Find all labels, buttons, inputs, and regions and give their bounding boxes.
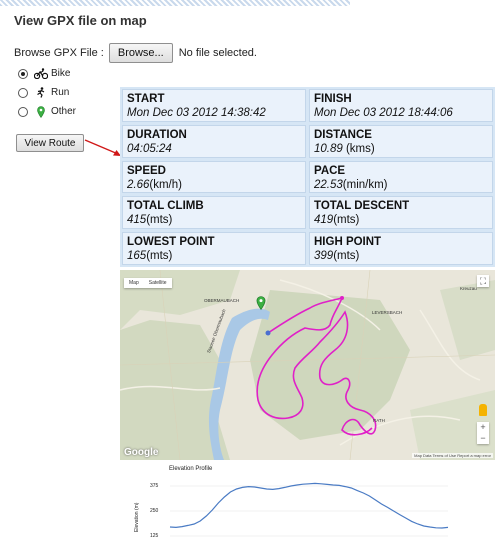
file-browse-row: Browse GPX File : Browse... No file sele… — [14, 43, 257, 63]
radio-other-label: Other — [51, 106, 77, 117]
stat-duration: DURATION 04:05:24 — [122, 124, 306, 158]
map-place-label: Kreuzau — [460, 286, 477, 291]
radio-bike[interactable]: Bike — [18, 64, 76, 83]
map-type-control: Map Satellite — [124, 278, 172, 288]
route-stats-table: START Mon Dec 03 2012 14:38:42 FINISH Mo… — [120, 87, 495, 267]
browse-label: Browse GPX File : — [14, 47, 104, 59]
stat-distance: DISTANCE 10.89 (kms) — [309, 124, 493, 158]
elevation-chart — [169, 482, 449, 537]
elevation-line — [169, 482, 449, 529]
stat-start: START Mon Dec 03 2012 14:38:42 — [122, 89, 306, 122]
page-title: View GPX file on map — [14, 13, 147, 28]
file-status: No file selected. — [178, 47, 257, 59]
map-type-map[interactable]: Map — [124, 278, 144, 288]
elevation-profile: Elevation Profile Elevation (m) 375 250 … — [120, 462, 495, 539]
bike-icon — [34, 68, 48, 79]
radio-bike-label: Bike — [51, 68, 71, 79]
zoom-control: + − — [477, 422, 489, 444]
radio-run-label: Run — [51, 87, 70, 98]
fullscreen-icon[interactable]: ⛶ — [477, 275, 489, 287]
zoom-in-button[interactable]: + — [477, 422, 489, 433]
map-place-label: RATH — [373, 418, 385, 423]
map-place-label: OBERMAUBACH — [204, 298, 240, 303]
map-type-satellite[interactable]: Satellite — [144, 278, 172, 288]
start-marker-icon — [256, 296, 266, 310]
radio-run[interactable]: Run — [18, 83, 76, 102]
view-route-button[interactable]: View Route — [16, 134, 84, 152]
map-pin-icon — [34, 105, 48, 118]
stat-speed: SPEED 2.66(km/h) — [122, 160, 306, 194]
map-place-label: LEVERSBACH — [372, 310, 403, 315]
stat-lowest-point: LOWEST POINT 165(mts) — [122, 232, 306, 265]
route-track — [256, 296, 377, 436]
radio-other-input[interactable] — [18, 106, 28, 117]
zoom-out-button[interactable]: − — [477, 433, 489, 444]
map-attribution[interactable]: Map Data Terms of Use Report a map error — [412, 453, 493, 458]
radio-run-input[interactable] — [18, 87, 28, 98]
stat-total-descent: TOTAL DESCENT 419(mts) — [309, 196, 493, 230]
header-stripe — [0, 0, 350, 6]
stat-pace: PACE 22.53(min/km) — [309, 160, 493, 194]
arrow-icon — [84, 139, 121, 156]
pegman-icon[interactable] — [479, 404, 487, 416]
stat-high-point: HIGH POINT 399(mts) — [309, 232, 493, 265]
route-map[interactable]: OBERMAUBACH LEVERSBACH RATH Kreuzau Stau… — [120, 270, 495, 460]
runner-icon — [34, 87, 48, 98]
stat-finish: FINISH Mon Dec 03 2012 18:44:06 — [309, 89, 493, 122]
activity-type-group: Bike Run Other — [18, 64, 76, 121]
radio-other[interactable]: Other — [18, 102, 76, 121]
radio-bike-input[interactable] — [18, 68, 28, 79]
google-logo: Google — [124, 447, 159, 458]
stat-total-climb: TOTAL CLIMB 415(mts) — [122, 196, 306, 230]
browse-button[interactable]: Browse... — [108, 43, 173, 63]
